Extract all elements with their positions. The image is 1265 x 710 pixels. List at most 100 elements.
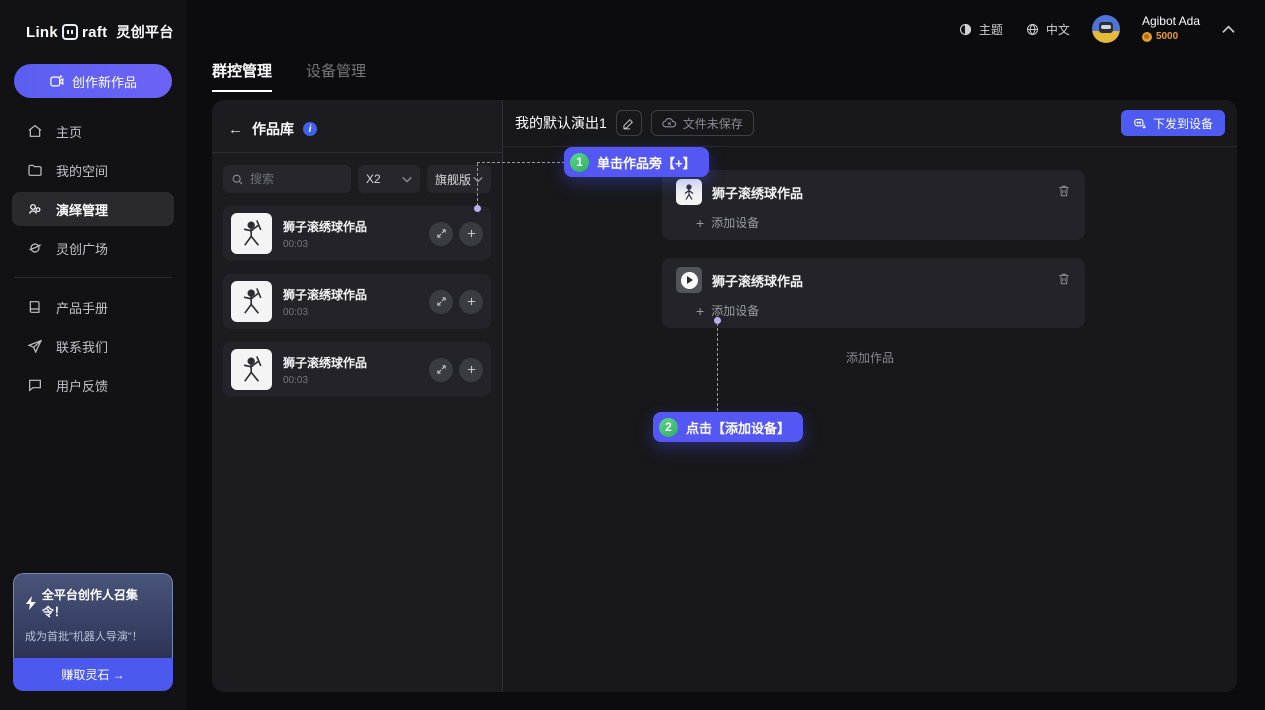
expand-work-button[interactable] [429, 290, 453, 314]
plus-icon [466, 228, 477, 239]
sidebar-item-user-feedback[interactable]: 用户反馈 [12, 368, 174, 402]
deploy-button-label: 下发到设备 [1153, 115, 1213, 132]
add-work-placeholder[interactable]: 添加作品 [503, 349, 1237, 366]
library-work-card[interactable]: 狮子滚绣球作品 00:03 [223, 206, 491, 261]
banner-title-text: 全平台创作人召集令！ [42, 586, 161, 620]
guide-connector-dot [474, 205, 481, 212]
feedback-icon [27, 377, 43, 393]
expand-work-button[interactable] [429, 222, 453, 246]
play-icon [681, 272, 698, 289]
work-title: 狮子滚绣球作品 [283, 218, 367, 235]
credit-balance: 5000 [1156, 31, 1178, 43]
username: Agibot Ada [1142, 15, 1200, 29]
add-device-label: 添加设备 [711, 214, 759, 231]
work-thumbnail [231, 349, 272, 390]
guide-connector-line [717, 323, 718, 411]
tab-device-management[interactable]: 设备管理 [306, 60, 366, 92]
sidebar-item-product-manual[interactable]: 产品手册 [12, 290, 174, 324]
canvas-header: 我的默认演出1 文件未保存 下发到设备 [503, 100, 1237, 147]
add-device-button[interactable]: + 添加设备 [696, 214, 759, 231]
placed-work-title: 狮子滚绣球作品 [712, 271, 803, 290]
theme-icon [958, 22, 973, 37]
main-area: 主题 中文 Agibot Ada 5000 群控管理 设备管理 [186, 0, 1265, 710]
coin-icon [1142, 32, 1152, 42]
rename-show-button[interactable] [616, 110, 642, 136]
add-work-to-show-button[interactable] [459, 358, 483, 382]
home-icon [27, 123, 43, 139]
video-plus-icon [49, 74, 64, 89]
save-status[interactable]: 文件未保存 [651, 110, 754, 136]
expand-icon [436, 296, 447, 307]
content-panel: ← 作品库 i X2 旗舰版 [212, 100, 1237, 692]
brand-logo: Linkraft 灵创平台 [0, 0, 186, 42]
sidebar-item-my-space[interactable]: 我的空间 [12, 153, 174, 187]
add-device-button[interactable]: + 添加设备 [696, 302, 759, 319]
primary-nav: 主页 我的空间 演绎管理 灵创广场 [0, 114, 186, 265]
group-icon [27, 201, 43, 217]
cloud-unsaved-icon [662, 117, 677, 129]
library-work-card[interactable]: 狮子滚绣球作品 00:03 [223, 342, 491, 397]
guide-connector-line [477, 163, 478, 206]
library-work-card[interactable]: 狮子滚绣球作品 00:03 [223, 274, 491, 329]
work-duration: 00:03 [283, 307, 367, 318]
topbar: 主题 中文 Agibot Ada 5000 [186, 0, 1265, 58]
add-work-to-show-button[interactable] [459, 222, 483, 246]
theme-toggle[interactable]: 主题 [958, 21, 1003, 38]
step-number-badge: 1 [570, 153, 589, 172]
placed-work-thumbnail [676, 267, 702, 293]
banner-subtitle: 成为首批"机器人导演"！ [25, 628, 161, 644]
earn-gems-button[interactable]: 赚取灵石 → [13, 658, 173, 691]
folder-icon [27, 162, 43, 178]
show-title: 我的默认演出1 [515, 113, 607, 133]
globe-icon [1025, 22, 1040, 37]
chevron-up-icon[interactable] [1222, 25, 1235, 34]
version-select-value: 旗舰版 [435, 171, 471, 188]
chevron-down-icon [402, 176, 412, 183]
sidebar-item-plaza[interactable]: 灵创广场 [12, 231, 174, 265]
app-root: Linkraft 灵创平台 创作新作品 主页 我的空间 演绎管理 灵创广场 [0, 0, 1265, 710]
delete-work-button[interactable] [1057, 184, 1071, 201]
create-work-button[interactable]: 创作新作品 [14, 64, 172, 98]
sidebar-item-performance-management[interactable]: 演绎管理 [12, 192, 174, 226]
send-icon [27, 338, 43, 354]
delete-work-button[interactable] [1057, 272, 1071, 289]
creator-promo-banner: 全平台创作人召集令！ 成为首批"机器人导演"！ 赚取灵石 → [13, 573, 173, 691]
info-icon[interactable]: i [303, 122, 317, 136]
sidebar-item-contact-us[interactable]: 联系我们 [12, 329, 174, 363]
expand-icon [436, 364, 447, 375]
work-title: 狮子滚绣球作品 [283, 286, 367, 303]
plus-icon: + [696, 303, 704, 319]
add-work-to-show-button[interactable] [459, 290, 483, 314]
sidebar-item-label: 灵创广场 [56, 239, 108, 258]
placed-work-thumbnail [676, 179, 702, 205]
user-avatar[interactable] [1092, 15, 1120, 43]
create-work-label: 创作新作品 [72, 72, 137, 91]
expand-work-button[interactable] [429, 358, 453, 382]
library-divider [212, 152, 502, 153]
deploy-to-device-button[interactable]: 下发到设备 [1121, 110, 1225, 136]
expand-icon [436, 228, 447, 239]
sidebar-item-home[interactable]: 主页 [12, 114, 174, 148]
language-switcher[interactable]: 中文 [1025, 21, 1070, 38]
plus-icon [466, 296, 477, 307]
work-duration: 00:03 [283, 375, 367, 386]
search-input[interactable] [250, 172, 330, 186]
placed-work-card[interactable]: 狮子滚绣球作品 + 添加设备 [662, 170, 1085, 240]
search-box [223, 165, 351, 193]
placed-work-card[interactable]: 狮子滚绣球作品 + 添加设备 [662, 258, 1085, 328]
back-button[interactable]: ← [228, 121, 243, 138]
chevron-down-icon [473, 176, 483, 183]
guide-connector-line [477, 162, 565, 163]
pencil-icon [622, 117, 635, 130]
guide-tooltip-step-1: 1 单击作品旁【+】 [564, 147, 709, 177]
placed-work-title: 狮子滚绣球作品 [712, 183, 803, 202]
library-title: 作品库 [252, 119, 294, 139]
speed-select[interactable]: X2 [358, 165, 420, 193]
user-block[interactable]: Agibot Ada 5000 [1142, 15, 1200, 42]
guide-tooltip-text: 点击【添加设备】 [686, 418, 790, 437]
brand-platform: 灵创平台 [116, 22, 173, 42]
tab-group-control[interactable]: 群控管理 [212, 60, 272, 92]
guide-tooltip-text: 单击作品旁【+】 [597, 153, 696, 172]
work-thumbnail [231, 281, 272, 322]
version-select[interactable]: 旗舰版 [427, 165, 491, 193]
